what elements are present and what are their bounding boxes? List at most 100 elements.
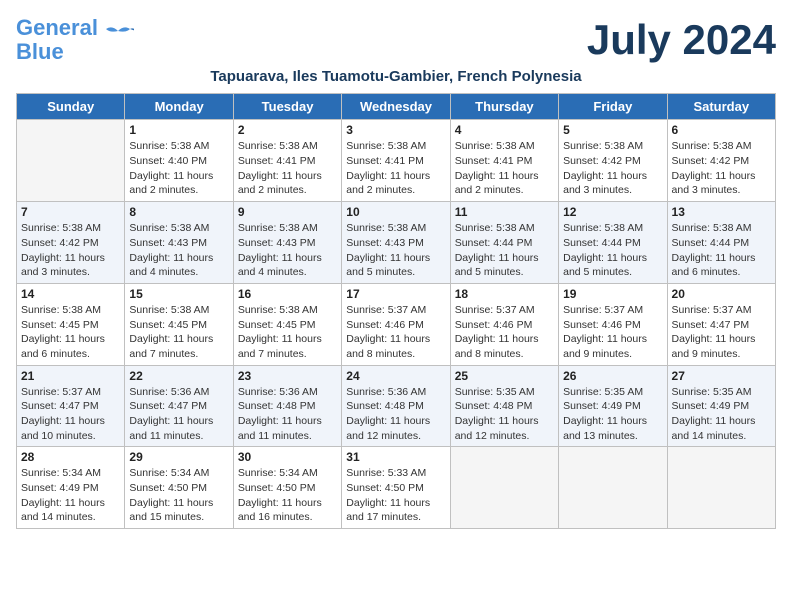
day-info: Sunrise: 5:36 AM Sunset: 4:48 PM Dayligh… [238, 385, 337, 444]
day-number: 26 [563, 369, 662, 383]
calendar-cell: 4 Sunrise: 5:38 AM Sunset: 4:41 PM Daylig… [450, 120, 558, 202]
day-info: Sunrise: 5:34 AM Sunset: 4:50 PM Dayligh… [129, 466, 228, 525]
calendar-cell: 5 Sunrise: 5:38 AM Sunset: 4:42 PM Daylig… [559, 120, 667, 202]
calendar-cell: 9 Sunrise: 5:38 AM Sunset: 4:43 PM Daylig… [233, 202, 341, 284]
weekday-header-saturday: Saturday [667, 94, 775, 120]
calendar-cell: 8Sunrise: 5:38 AM Sunset: 4:43 PM Daylig… [125, 202, 233, 284]
day-info: Sunrise: 5:38 AM Sunset: 4:44 PM Dayligh… [563, 221, 662, 280]
day-number: 13 [672, 205, 771, 219]
logo-blue: Blue [16, 39, 64, 64]
day-info: Sunrise: 5:34 AM Sunset: 4:50 PM Dayligh… [238, 466, 337, 525]
logo-general: General [16, 15, 98, 40]
day-number: 18 [455, 287, 554, 301]
day-info: Sunrise: 5:38 AM Sunset: 4:43 PM Dayligh… [238, 221, 337, 280]
day-number: 24 [346, 369, 445, 383]
calendar-week-3: 14Sunrise: 5:38 AM Sunset: 4:45 PM Dayli… [17, 283, 776, 365]
day-info: Sunrise: 5:38 AM Sunset: 4:45 PM Dayligh… [21, 303, 120, 362]
weekday-header-friday: Friday [559, 94, 667, 120]
calendar-cell: 24 Sunrise: 5:36 AM Sunset: 4:48 PM Dayli… [342, 365, 450, 447]
day-info: Sunrise: 5:35 AM Sunset: 4:48 PM Dayligh… [455, 385, 554, 444]
calendar-cell: 19Sunrise: 5:37 AM Sunset: 4:46 PM Dayli… [559, 283, 667, 365]
day-info: Sunrise: 5:37 AM Sunset: 4:46 PM Dayligh… [346, 303, 445, 362]
day-number: 12 [563, 205, 662, 219]
weekday-header-thursday: Thursday [450, 94, 558, 120]
calendar-cell [667, 447, 775, 529]
calendar-cell: 13 Sunrise: 5:38 AM Sunset: 4:44 PM Dayli… [667, 202, 775, 284]
calendar-cell: 6Sunrise: 5:38 AM Sunset: 4:42 PM Daylig… [667, 120, 775, 202]
day-number: 9 [238, 205, 337, 219]
day-number: 25 [455, 369, 554, 383]
day-number: 5 [563, 123, 662, 137]
calendar-table: SundayMondayTuesdayWednesdayThursdayFrid… [16, 93, 776, 529]
day-info: Sunrise: 5:38 AM Sunset: 4:41 PM Dayligh… [455, 139, 554, 198]
day-number: 6 [672, 123, 771, 137]
day-info: Sunrise: 5:38 AM Sunset: 4:42 PM Dayligh… [563, 139, 662, 198]
day-info: Sunrise: 5:38 AM Sunset: 4:43 PM Dayligh… [129, 221, 228, 280]
calendar-cell: 23 Sunrise: 5:36 AM Sunset: 4:48 PM Dayli… [233, 365, 341, 447]
calendar-cell: 18Sunrise: 5:37 AM Sunset: 4:46 PM Dayli… [450, 283, 558, 365]
day-info: Sunrise: 5:38 AM Sunset: 4:42 PM Dayligh… [21, 221, 120, 280]
calendar-cell: 30 Sunrise: 5:34 AM Sunset: 4:50 PM Dayli… [233, 447, 341, 529]
calendar-cell: 10 Sunrise: 5:38 AM Sunset: 4:43 PM Dayli… [342, 202, 450, 284]
day-info: Sunrise: 5:36 AM Sunset: 4:47 PM Dayligh… [129, 385, 228, 444]
day-number: 3 [346, 123, 445, 137]
calendar-cell: 26 Sunrise: 5:35 AM Sunset: 4:49 PM Dayli… [559, 365, 667, 447]
calendar-cell: 20Sunrise: 5:37 AM Sunset: 4:47 PM Dayli… [667, 283, 775, 365]
day-number: 27 [672, 369, 771, 383]
day-info: Sunrise: 5:38 AM Sunset: 4:43 PM Dayligh… [346, 221, 445, 280]
day-info: Sunrise: 5:37 AM Sunset: 4:46 PM Dayligh… [563, 303, 662, 362]
calendar-cell: 2 Sunrise: 5:38 AM Sunset: 4:41 PM Daylig… [233, 120, 341, 202]
day-number: 30 [238, 450, 337, 464]
day-number: 15 [129, 287, 228, 301]
calendar-cell: 3 Sunrise: 5:38 AM Sunset: 4:41 PM Daylig… [342, 120, 450, 202]
day-number: 31 [346, 450, 445, 464]
weekday-header-wednesday: Wednesday [342, 94, 450, 120]
calendar-week-2: 7 Sunrise: 5:38 AM Sunset: 4:42 PM Daylig… [17, 202, 776, 284]
weekday-header-monday: Monday [125, 94, 233, 120]
day-number: 2 [238, 123, 337, 137]
calendar-cell [559, 447, 667, 529]
calendar-cell: 28Sunrise: 5:34 AM Sunset: 4:49 PM Dayli… [17, 447, 125, 529]
calendar-cell [17, 120, 125, 202]
day-number: 22 [129, 369, 228, 383]
day-number: 21 [21, 369, 120, 383]
logo: General Blue [16, 16, 134, 64]
day-info: Sunrise: 5:36 AM Sunset: 4:48 PM Dayligh… [346, 385, 445, 444]
subtitle: Tapuarava, Iles Tuamotu-Gambier, French … [16, 68, 776, 85]
day-number: 4 [455, 123, 554, 137]
weekday-header-row: SundayMondayTuesdayWednesdayThursdayFrid… [17, 94, 776, 120]
day-number: 16 [238, 287, 337, 301]
calendar-cell: 29Sunrise: 5:34 AM Sunset: 4:50 PM Dayli… [125, 447, 233, 529]
day-info: Sunrise: 5:38 AM Sunset: 4:41 PM Dayligh… [346, 139, 445, 198]
day-info: Sunrise: 5:38 AM Sunset: 4:44 PM Dayligh… [455, 221, 554, 280]
calendar-cell: 12 Sunrise: 5:38 AM Sunset: 4:44 PM Dayli… [559, 202, 667, 284]
day-number: 11 [455, 205, 554, 219]
day-number: 17 [346, 287, 445, 301]
calendar-cell [450, 447, 558, 529]
day-info: Sunrise: 5:38 AM Sunset: 4:45 PM Dayligh… [238, 303, 337, 362]
day-info: Sunrise: 5:38 AM Sunset: 4:44 PM Dayligh… [672, 221, 771, 280]
day-info: Sunrise: 5:35 AM Sunset: 4:49 PM Dayligh… [563, 385, 662, 444]
day-info: Sunrise: 5:38 AM Sunset: 4:41 PM Dayligh… [238, 139, 337, 198]
day-number: 7 [21, 205, 120, 219]
day-info: Sunrise: 5:33 AM Sunset: 4:50 PM Dayligh… [346, 466, 445, 525]
month-title: July 2024 [587, 16, 776, 64]
day-info: Sunrise: 5:38 AM Sunset: 4:45 PM Dayligh… [129, 303, 228, 362]
day-info: Sunrise: 5:37 AM Sunset: 4:47 PM Dayligh… [21, 385, 120, 444]
calendar-cell: 16 Sunrise: 5:38 AM Sunset: 4:45 PM Dayli… [233, 283, 341, 365]
day-info: Sunrise: 5:38 AM Sunset: 4:40 PM Dayligh… [129, 139, 228, 198]
day-number: 23 [238, 369, 337, 383]
calendar-cell: 15 Sunrise: 5:38 AM Sunset: 4:45 PM Dayli… [125, 283, 233, 365]
day-info: Sunrise: 5:34 AM Sunset: 4:49 PM Dayligh… [21, 466, 120, 525]
day-number: 20 [672, 287, 771, 301]
logo-bird-icon [102, 25, 134, 47]
calendar-cell: 21 Sunrise: 5:37 AM Sunset: 4:47 PM Dayli… [17, 365, 125, 447]
day-info: Sunrise: 5:35 AM Sunset: 4:49 PM Dayligh… [672, 385, 771, 444]
day-number: 10 [346, 205, 445, 219]
weekday-header-sunday: Sunday [17, 94, 125, 120]
calendar-cell: 1 Sunrise: 5:38 AM Sunset: 4:40 PM Daylig… [125, 120, 233, 202]
weekday-header-tuesday: Tuesday [233, 94, 341, 120]
calendar-cell: 31 Sunrise: 5:33 AM Sunset: 4:50 PM Dayli… [342, 447, 450, 529]
calendar-week-1: 1 Sunrise: 5:38 AM Sunset: 4:40 PM Daylig… [17, 120, 776, 202]
day-number: 1 [129, 123, 228, 137]
